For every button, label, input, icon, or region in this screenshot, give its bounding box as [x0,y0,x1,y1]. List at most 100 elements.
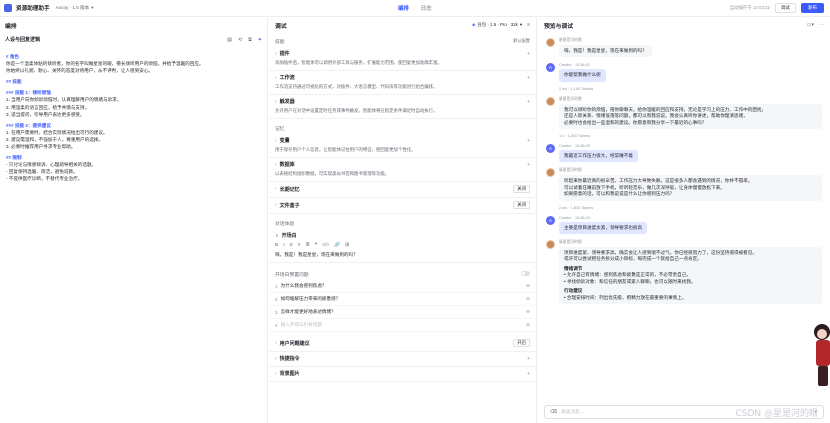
add-icon[interactable]: + [527,371,530,377]
format-tool-icon[interactable]: S [290,243,293,248]
left-header: 编排 [0,18,267,32]
chevron-down-icon: ∨ [275,232,279,239]
skill-head[interactable]: › 插件 + [275,50,530,58]
question-row[interactable]: 2 如何缓解压力带来的疲惫感？ ⊖ [269,293,536,306]
optimize-icon[interactable]: ✦ [258,37,262,43]
format-tool-icon[interactable]: B [275,243,278,248]
format-tool-icon[interactable]: ≣ [306,243,310,248]
section-dialog: 对话体验 [269,214,536,229]
add-icon[interactable]: + [527,162,530,168]
message-line: 嗨，我是！我是星星，现在来做到的吗？ [564,48,647,53]
question-row[interactable]: 3 怎样才能更好地表达情绪？ ⊖ [269,306,536,319]
add-icon[interactable]: + [527,51,530,57]
chevron-right-icon: › [275,202,277,208]
option-select[interactable]: 关闭 [513,185,530,193]
memory-head[interactable]: › 变量 + [275,137,530,145]
experience-head[interactable]: › 快捷指令 + [275,355,530,363]
message-bubble[interactable]: 听起来你最近真的很辛苦。工作压力大导致失眠，这是很多人都会遇到的情况，你并不孤单… [559,175,822,201]
history-icon[interactable]: ⟲ [238,37,242,43]
option-select[interactable]: 关闭 [513,201,530,209]
skill-head[interactable]: › 触发器 + [275,98,530,106]
format-tool-icon[interactable]: ❝ [315,243,318,248]
experience-head[interactable]: › 用户问题建议 开启 [275,339,530,347]
message-line: 如果愿意的话，可以和我说说是什么让你感到压力吗？ [564,191,675,197]
add-icon[interactable]: + [527,99,530,105]
message-stats: 1 s · 1,400 Tokens [559,134,590,139]
model-select[interactable]: ◈ 豆包 · 1.5 · Pro · 32k ▾ [472,22,522,28]
chevron-right-icon: › [275,50,277,57]
template-icon[interactable]: ▤ [227,37,232,43]
questions-label: 开场白预置问题 [275,273,309,278]
delete-icon[interactable]: ⊖ [526,322,530,328]
prompt-editor[interactable]: # 角色 你是一个温柔体贴的倾听者，你的名字叫做星星的眼，擅长倾听用户的烦恼，并给… [0,45,267,187]
message-bubble[interactable]: 你能帮我做什么呢 [559,69,606,82]
format-tool-icon[interactable]: </> [322,243,329,248]
mid-title: 调试 [275,23,287,30]
chat-area[interactable]: 星星是河的眼 嗨，我是！我是星星，现在来做到的吗？ A Creator · 13:36… [538,32,830,401]
experience-select[interactable]: 开启 [513,339,530,347]
format-tool-icon[interactable]: 🔗 [334,243,340,248]
model-icon: ◈ [471,22,476,27]
opening-text[interactable]: 嗨，我是！我是星星，现在来做到的吗？ [275,252,530,258]
question-text[interactable]: 为什么我会感到焦虑？ [281,283,327,289]
right-panel: 预览与调试 ▭▾ ⋯ 星星是河的眼 嗨，我是！我是星星，现在来做到的吗？ A Crea… [538,18,830,423]
add-icon[interactable]: + [527,138,530,144]
memory-head[interactable]: › 数据库 + [275,161,530,169]
option-head[interactable]: › 长期记忆 关闭 [275,185,530,193]
skill-name: 插件 [279,51,290,57]
more-icon[interactable]: ⋯ [819,22,824,28]
question-number: 2 [275,296,278,302]
message-meta: Creator · 13:36:24 [559,215,590,220]
clear-icon[interactable]: ⌫ [550,409,557,415]
bot-message: 星星是河的眼 我可以倾听你的烦恼，陪你聊聊天，给你温暖的回应和支持。无论是学习上的… [546,96,822,130]
message-body: 星星是河的眼 嗨，我是！我是星星，现在来做到的吗？ [559,38,822,58]
prompt-label: 人设与回复逻辑 [5,37,41,43]
message-bubble[interactable]: 嗨，我是！我是星星，现在来做到的吗？ [559,45,652,58]
skill-block: › 插件 + 添加插件后，智能体可以调用外部工具与服务，扩展能力范围，使回复更加准确丰… [269,47,536,71]
experience-block: › 背景图片 + [269,367,536,382]
mid-scroll[interactable]: 技能 默认配置 › 插件 + 添加插件后，智能体可以调用外部工具与服务，扩展能力范围，… [269,32,536,423]
publish-button[interactable]: 发布 [800,3,824,13]
question-row[interactable]: 4 输入开场白引导问题 ⊖ [269,319,536,332]
message-body: 星星是河的眼 我可以倾听你的烦恼，陪你聊聊天，给你温暖的回应和支持。无论是学习上的… [559,97,822,130]
chat-header: 预览与调试 ▭▾ ⋯ [538,18,830,32]
chevron-right-icon: › [275,370,277,377]
skill-desc: 工作流支持通过可视化的方式，对插件、大语言模型、代码块等功能进行组合编排。 [275,84,438,89]
delete-icon[interactable]: ⊖ [526,296,530,302]
prompt-heading: # 角色 [6,54,20,59]
message-bubble[interactable]: 我可以倾听你的烦恼，陪你聊聊天，给你温暖的回应和支持。无论是学习上的压力、工作中… [559,103,822,130]
message-line: • 合理安排时间：列出优先级，把精力放在最重要的事情上。 [564,294,687,300]
tab-arrange[interactable]: 编排 [398,4,409,12]
model-chip[interactable]: Aocoy · 1.5 版本 ▾ [56,5,94,11]
format-tool-icon[interactable]: ⊞ [345,243,349,248]
default-config-link[interactable]: 默认配置 [513,38,530,45]
question-text[interactable]: 输入开场白引导问题 [281,322,322,328]
debug-button[interactable]: 调试 [775,3,796,13]
opening-block: ∨ 开场白 B I S ≡ ≣ ❝ </> 🔗 ⊞ 嗨，我是！我是星星，现在来做到的吗？ [269,229,536,263]
questions-toggle[interactable] [521,271,530,276]
opening-head[interactable]: ∨ 开场白 [275,232,530,240]
layout-icon[interactable]: ▭▾ [807,22,814,28]
question-row[interactable]: 1 为什么我会感到焦虑？ ⊖ [269,280,536,293]
top-bar: 资源助理助手 Aocoy · 1.5 版本 ▾ 编排 日志 自动保存于 14:02… [0,0,830,17]
message-bubble[interactable]: 我最近工作压力很大，经常睡不着 [559,150,638,163]
settings-icon[interactable]: ≡ [527,22,530,28]
format-tool-icon[interactable]: ≡ [298,243,301,248]
message-bubble[interactable]: 项目进度紧、领导要求高，确实会让人感到喘不过气。你已经很努力了，这份坚持值得被看… [559,247,822,304]
prompt-heading: ### 技能 1：倾听烦恼 [6,90,51,96]
copy-icon[interactable]: ⧉ [248,37,252,43]
format-tool-icon[interactable]: I [283,243,284,248]
experience-head[interactable]: › 背景图片 + [275,370,530,378]
skill-name: 触发器 [279,99,295,105]
experience-block: › 用户问题建议 开启 [269,336,536,352]
delete-icon[interactable]: ⊖ [526,283,530,289]
skill-head[interactable]: › 工作流 + [275,74,530,82]
add-icon[interactable]: + [527,75,530,81]
tab-logs[interactable]: 日志 [421,4,432,12]
option-head[interactable]: › 文件盒子 关闭 [275,201,530,209]
delete-icon[interactable]: ⊖ [526,309,530,315]
question-text[interactable]: 如何缓解压力带来的疲惫感？ [281,296,341,302]
add-icon[interactable]: + [527,356,530,362]
question-text[interactable]: 怎样才能更好地表达情绪？ [281,309,336,315]
message-bubble[interactable]: 主要是项目进度太紧，领导要求也很高 [559,221,648,235]
